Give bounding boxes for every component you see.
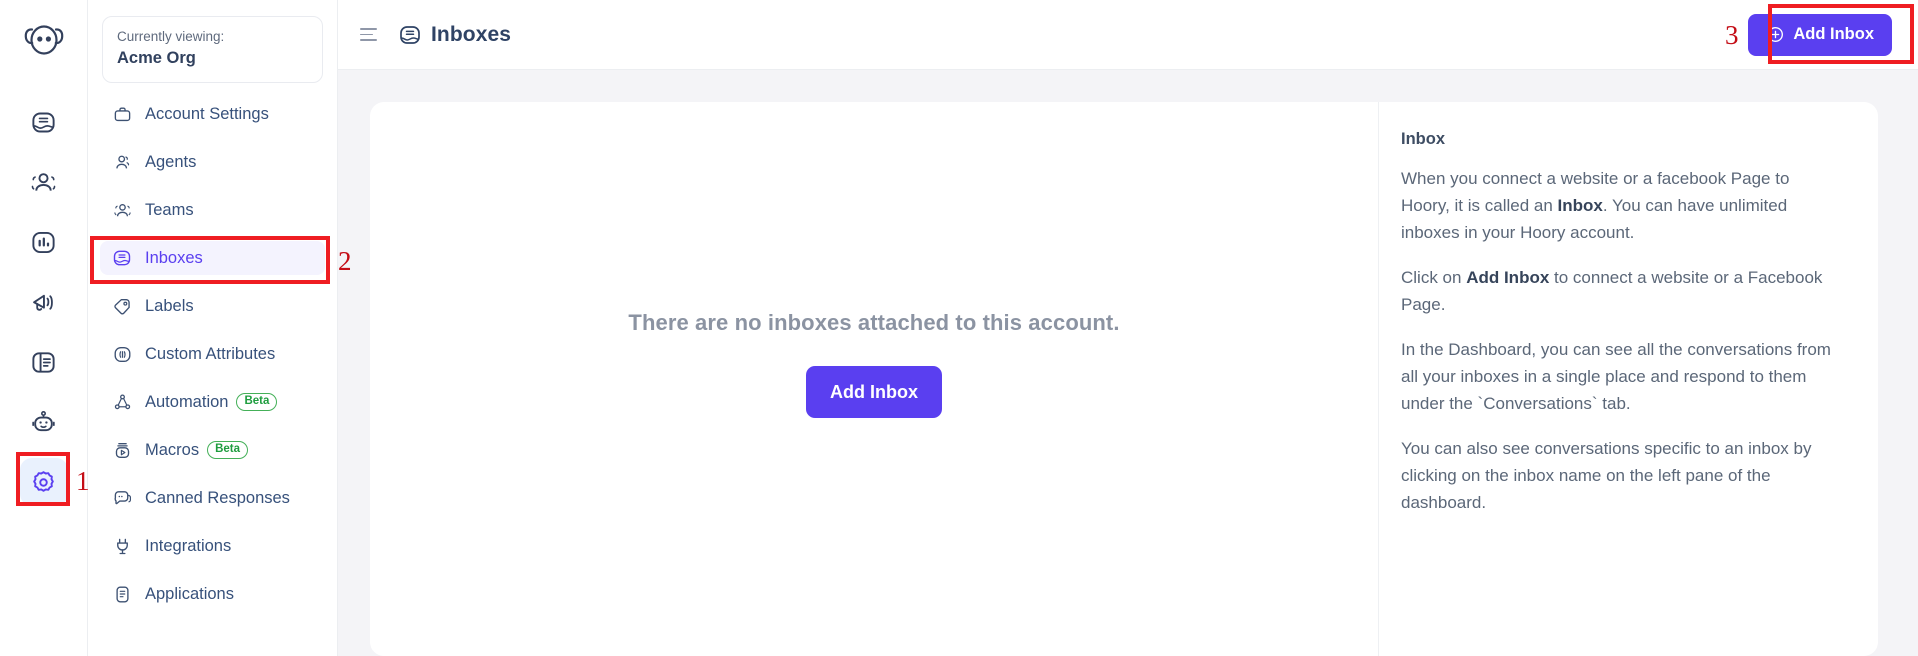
sidebar-item-macros[interactable]: Macros Beta [100, 433, 325, 467]
sidebar-item-integrations[interactable]: Integrations [100, 529, 325, 563]
rail-item-bot[interactable] [20, 398, 68, 446]
rail-item-campaigns[interactable] [20, 278, 68, 326]
info-p1-bold: Inbox [1557, 196, 1603, 215]
sidebar-item-label: Inboxes [145, 248, 203, 267]
integrations-icon [112, 536, 132, 556]
sidebar-item-labels[interactable]: Labels [100, 289, 325, 323]
main-region: Inboxes Add Inbox There are no inboxes a… [338, 0, 1918, 656]
help-center-icon [30, 349, 57, 376]
inbox-info-panel: Inbox When you connect a website or a fa… [1378, 102, 1878, 656]
page-title: Inboxes [431, 22, 512, 46]
inboxes-card: There are no inboxes attached to this ac… [370, 102, 1878, 656]
canned-responses-icon [112, 488, 132, 508]
empty-state-message: There are no inboxes attached to this ac… [628, 310, 1120, 335]
sidebar-item-account-settings[interactable]: Account Settings [100, 97, 325, 131]
agent-icon [112, 152, 132, 172]
label-tag-icon [112, 296, 132, 316]
sidebar-item-agents[interactable]: Agents [100, 145, 325, 179]
sidebar-item-label: Custom Attributes [145, 344, 276, 363]
rail-item-help-center[interactable] [20, 338, 68, 386]
sidebar-item-custom-attributes[interactable]: Custom Attributes [100, 337, 325, 371]
info-p2-part-a: Click on [1401, 268, 1467, 287]
inbox-icon [112, 248, 132, 268]
inbox-icon [398, 23, 422, 47]
content-area: There are no inboxes attached to this ac… [338, 70, 1918, 656]
campaigns-icon [30, 289, 57, 316]
sidebar-item-label: Automation [145, 392, 229, 411]
sidebar-item-applications[interactable]: Applications [100, 577, 325, 611]
app-root: Currently viewing: Acme Org Account Sett… [0, 0, 1918, 656]
org-label: Currently viewing: [117, 29, 225, 44]
sidebar-item-label: Account Settings [145, 104, 269, 123]
empty-state-add-inbox-button[interactable]: Add Inbox [806, 366, 942, 418]
org-name: Acme Org [117, 49, 196, 67]
info-p2-bold: Add Inbox [1466, 268, 1550, 287]
contacts-icon [30, 169, 57, 196]
reports-icon [30, 229, 57, 256]
current-org-card[interactable]: Currently viewing: Acme Org [102, 16, 323, 83]
rail-item-settings[interactable] [19, 458, 68, 506]
applications-icon [112, 584, 132, 604]
sidebar-item-label: Labels [145, 296, 194, 315]
hamburger-icon[interactable] [360, 24, 382, 46]
beta-badge: Beta [236, 393, 278, 411]
sidebar-item-label: Agents [145, 152, 197, 171]
primary-nav-rail [0, 0, 88, 656]
info-paragraph-1: When you connect a website or a facebook… [1401, 165, 1842, 246]
sidebar-item-canned-responses[interactable]: Canned Responses [100, 481, 325, 515]
sidebar-item-inboxes[interactable]: Inboxes [100, 241, 325, 275]
add-inbox-button-label: Add Inbox [1793, 25, 1874, 43]
add-inbox-button[interactable]: Add Inbox [1748, 13, 1892, 56]
sidebar-item-automation[interactable]: Automation Beta [100, 385, 325, 419]
info-paragraph-2: Click on Add Inbox to connect a website … [1401, 264, 1842, 318]
teams-icon [112, 200, 132, 220]
rail-item-reports[interactable] [20, 218, 68, 266]
info-panel-title: Inbox [1401, 130, 1445, 148]
rail-item-conversations[interactable] [20, 98, 68, 146]
settings-menu: Account Settings Agents Teams Inboxes La… [98, 97, 327, 611]
automation-icon [112, 392, 132, 412]
rail-item-contacts[interactable] [20, 158, 68, 206]
beta-badge: Beta [207, 441, 249, 459]
empty-state: There are no inboxes attached to this ac… [370, 102, 1378, 656]
conversations-icon [30, 109, 57, 136]
hoory-logo[interactable] [22, 18, 66, 62]
sidebar-item-label: Teams [145, 200, 194, 219]
sidebar-item-label: Macros [145, 440, 200, 459]
briefcase-icon [112, 104, 132, 124]
sidebar-item-label: Applications [145, 584, 234, 603]
plus-circle-icon [1766, 25, 1785, 44]
settings-sidebar: Currently viewing: Acme Org Account Sett… [88, 0, 338, 656]
bot-icon [30, 409, 57, 436]
gear-icon [30, 469, 57, 496]
macros-icon [112, 440, 132, 460]
info-paragraph-4: You can also see conversations specific … [1401, 439, 1812, 512]
sidebar-item-label: Canned Responses [145, 488, 290, 507]
info-paragraph-3: In the Dashboard, you can see all the co… [1401, 340, 1831, 413]
page-header: Inboxes Add Inbox [338, 0, 1918, 70]
sidebar-item-label: Integrations [145, 536, 232, 555]
sidebar-item-teams[interactable]: Teams [100, 193, 325, 227]
custom-attributes-icon [112, 344, 132, 364]
